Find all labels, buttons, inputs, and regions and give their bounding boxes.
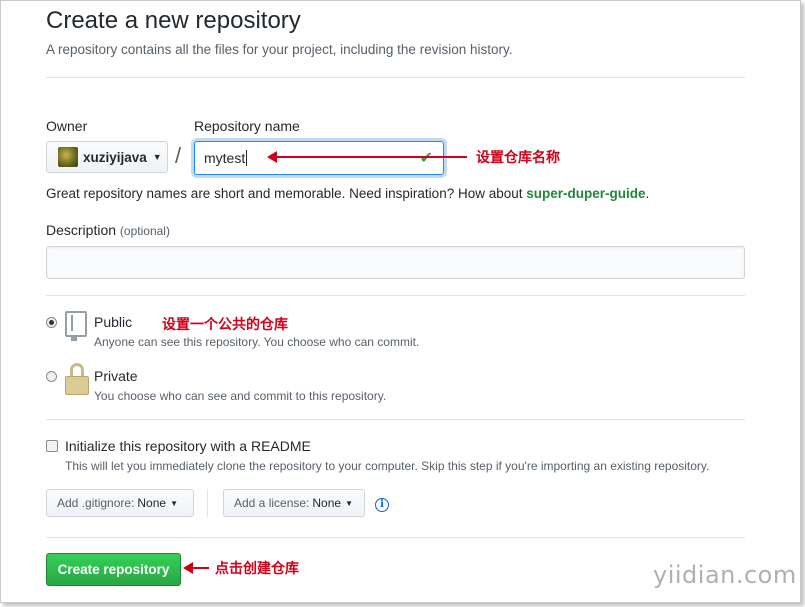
lock-icon xyxy=(65,363,89,395)
owner-repo-separator: / xyxy=(175,143,182,168)
owner-label: Owner xyxy=(46,118,88,134)
public-title: Public xyxy=(94,314,133,330)
gitignore-label: Add .gitignore: xyxy=(57,496,135,510)
avatar xyxy=(58,147,78,167)
gitignore-select-button[interactable]: Add .gitignore: None ▼ xyxy=(46,489,194,517)
owner-value: xuziyijava xyxy=(83,149,147,165)
hint-text: Great repository names are short and mem… xyxy=(46,186,527,201)
repo-name-hint: Great repository names are short and mem… xyxy=(46,186,649,201)
caret-down-icon: ▼ xyxy=(152,152,162,162)
create-repository-button[interactable]: Create repository xyxy=(46,553,181,586)
license-value: None xyxy=(312,496,342,510)
suggestion-link[interactable]: super-duper-guide xyxy=(526,186,645,201)
vertical-divider xyxy=(207,489,208,517)
page-title: Create a new repository xyxy=(46,7,301,34)
watermark: yiidian.com xyxy=(653,561,797,589)
readme-checkbox[interactable] xyxy=(46,440,58,452)
private-radio[interactable] xyxy=(46,371,57,382)
owner-select-button[interactable]: xuziyijava ▼ xyxy=(46,141,168,173)
readme-note: This will let you immediately clone the … xyxy=(65,459,710,473)
caret-down-icon: ▼ xyxy=(345,498,353,508)
public-radio[interactable] xyxy=(46,317,57,328)
private-note: You choose who can see and commit to thi… xyxy=(94,389,387,403)
check-icon: ✔ xyxy=(419,150,433,167)
license-label: Add a license: xyxy=(234,496,310,510)
lock-body xyxy=(65,376,89,395)
divider xyxy=(46,77,745,78)
text-cursor xyxy=(246,150,248,166)
repo-name-label: Repository name xyxy=(194,118,300,134)
repo-name-value: mytest xyxy=(204,150,246,166)
page-frame: Create a new repository A repository con… xyxy=(0,0,801,603)
caret-down-icon: ▼ xyxy=(170,498,178,508)
annotation-create: 点击创建仓库 xyxy=(215,561,299,577)
annotation-repo-name: 设置仓库名称 xyxy=(476,150,560,166)
optional-tag: (optional) xyxy=(119,224,170,238)
gitignore-value: None xyxy=(137,496,167,510)
annotation-public: 设置一个公共的仓库 xyxy=(162,317,288,333)
repo-book-icon xyxy=(65,311,87,341)
description-label-text: Description xyxy=(46,222,117,238)
public-note: Anyone can see this repository. You choo… xyxy=(94,335,420,349)
annotation-arrow xyxy=(267,151,467,163)
repo-name-input[interactable]: mytest ✔ xyxy=(194,141,444,175)
description-input[interactable] xyxy=(46,246,745,279)
page-subtitle: A repository contains all the files for … xyxy=(46,42,513,57)
description-label: Description (optional) xyxy=(46,222,170,238)
hint-suffix: . xyxy=(645,186,650,201)
info-icon[interactable]: i xyxy=(375,498,389,512)
readme-title: Initialize this repository with a README xyxy=(65,438,311,454)
divider xyxy=(46,295,745,296)
private-title: Private xyxy=(94,368,138,384)
divider xyxy=(46,537,745,538)
divider xyxy=(46,419,745,420)
annotation-arrow xyxy=(183,562,209,574)
license-select-button[interactable]: Add a license: None ▼ xyxy=(223,489,365,517)
